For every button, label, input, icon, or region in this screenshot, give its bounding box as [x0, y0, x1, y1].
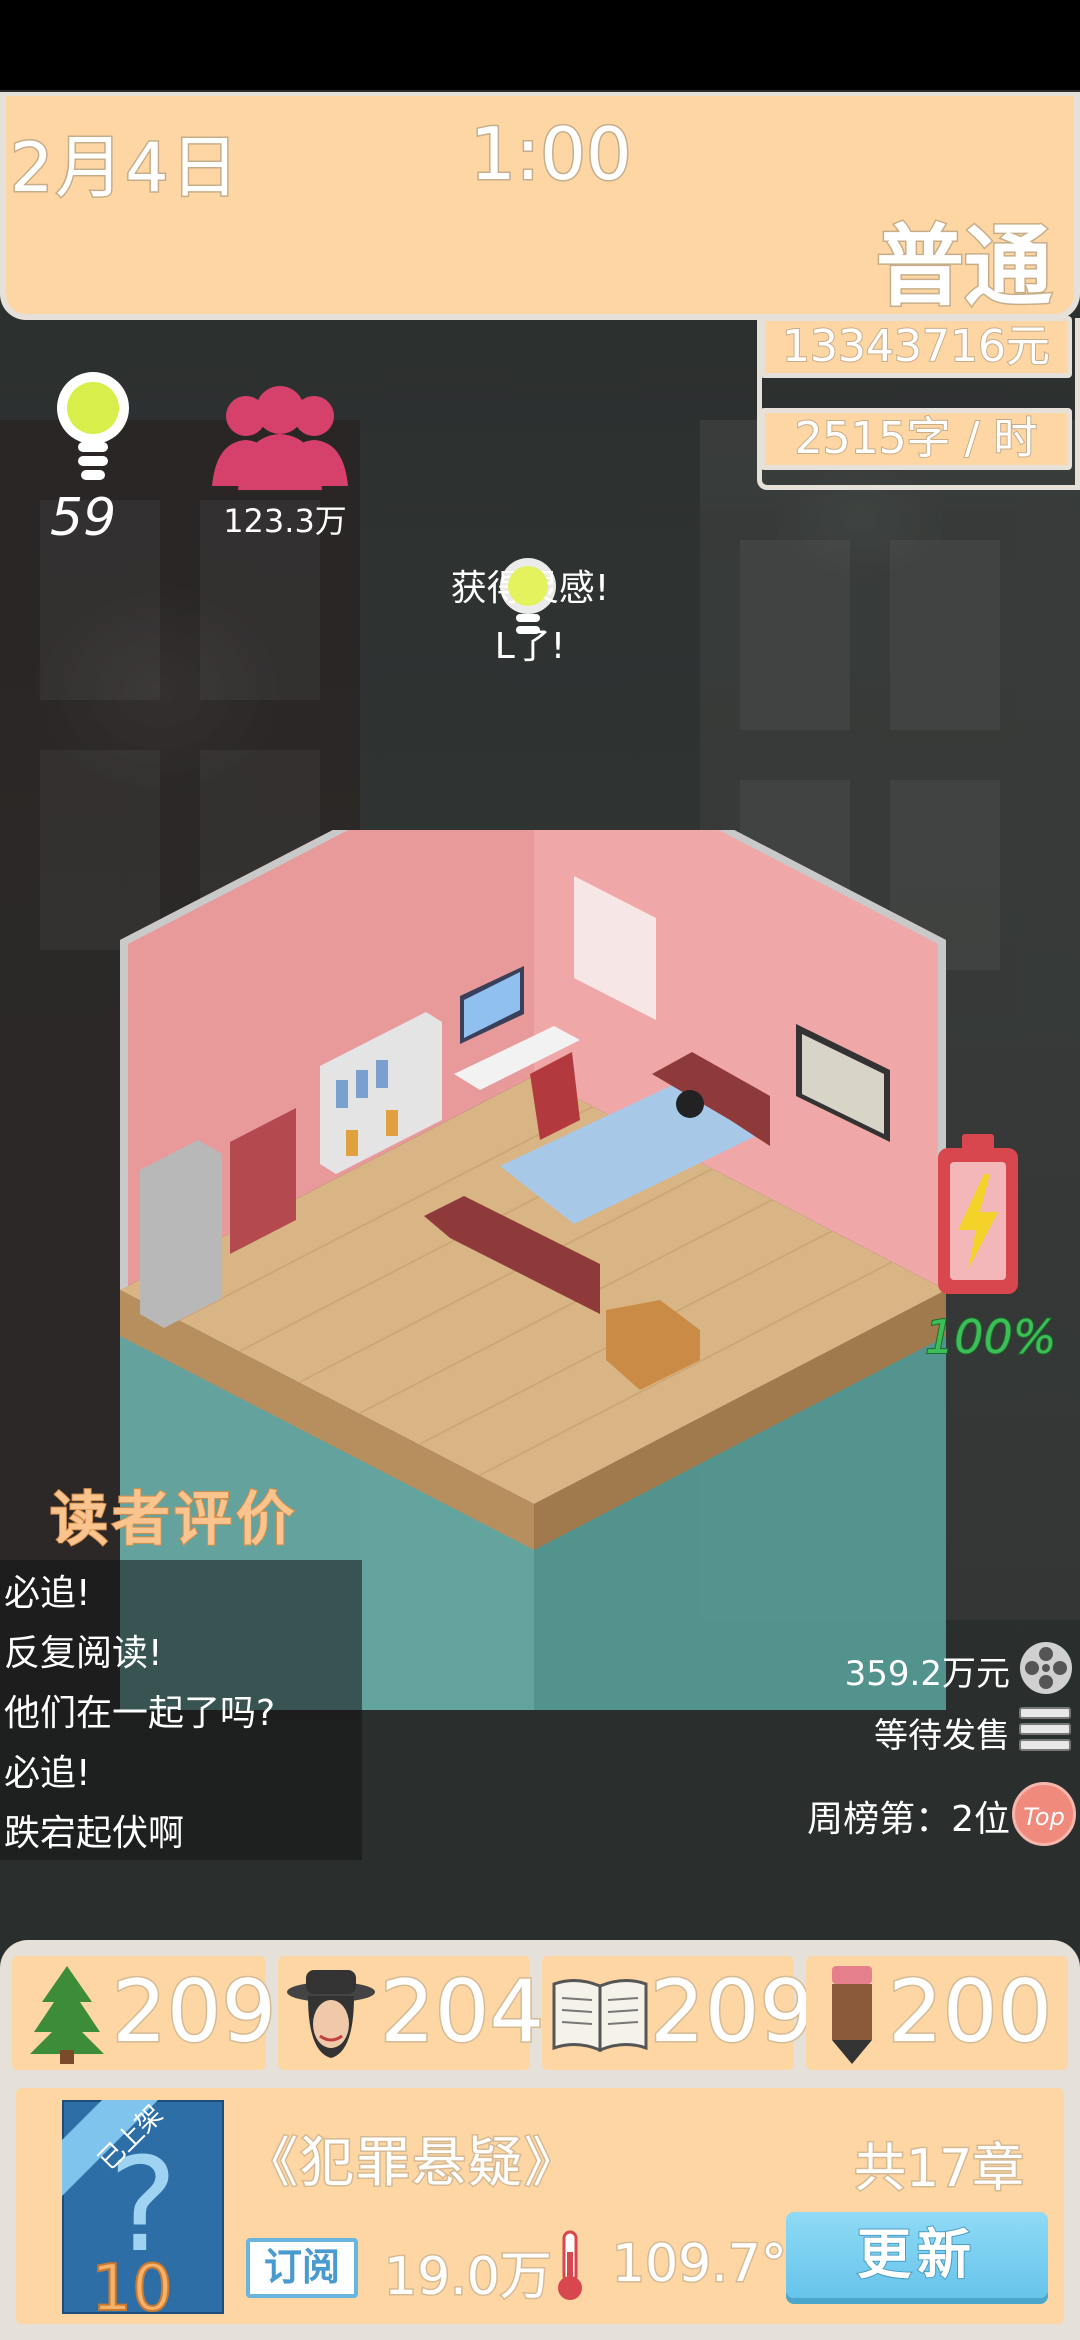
difficulty-mode: 普通: [874, 214, 1053, 320]
open-book-icon: [550, 1962, 648, 2066]
inspiration-count: 59: [50, 488, 117, 548]
book-cover[interactable]: ? 已上架 10: [60, 2098, 226, 2327]
fans-icon[interactable]: [212, 386, 348, 494]
floating-lightbulb-icon: [496, 556, 560, 646]
chapter-count: 共17章: [852, 2138, 1025, 2201]
game-date: 2月4日: [9, 128, 241, 210]
book-title[interactable]: 《犯罪悬疑》: [243, 2118, 580, 2197]
resource-value-detective: 204: [378, 1961, 545, 2064]
resource-value-pencil: 200: [886, 1961, 1053, 2064]
review-item: 反复阅读!: [4, 1633, 163, 1674]
review-item: 他们在一起了吗?: [4, 1693, 276, 1734]
book-stack-icon[interactable]: [1018, 1704, 1072, 1758]
writing-speed-display: 2515字 / 时: [760, 408, 1072, 470]
tree-icon: [22, 1962, 112, 2066]
review-item: 跌宕起伏啊: [4, 1813, 185, 1854]
weekly-rank: 周榜第：2位: [807, 1799, 1010, 1840]
review-item: 必追!: [4, 1573, 91, 1614]
update-button[interactable]: 更新: [786, 2212, 1048, 2298]
battery-percent: 100%: [924, 1309, 1058, 1365]
reader-reviews-title: 读者评价: [49, 1484, 299, 1554]
film-reel-icon[interactable]: [1018, 1640, 1074, 1696]
cover-number: 10: [91, 2252, 172, 2314]
battery-energy-icon[interactable]: [936, 1134, 1020, 1296]
review-item: 必追!: [4, 1753, 91, 1794]
resource-value-book: 209: [648, 1961, 815, 2064]
heat-value: 109.7°: [611, 2233, 789, 2296]
thermometer-icon: [552, 2230, 588, 2302]
sale-status: 等待发售: [874, 1716, 1010, 1756]
money-display: 13343716元: [760, 316, 1072, 378]
subscribe-label: 订阅: [246, 2238, 358, 2298]
box-office-revenue: 359.2万元: [844, 1654, 1010, 1694]
detective-icon: [286, 1962, 376, 2066]
resource-value-tree: 209: [110, 1961, 277, 2064]
lightbulb-icon[interactable]: [48, 368, 138, 488]
subscriber-count: 19.0万: [383, 2246, 554, 2309]
game-time: 1:00: [469, 111, 634, 198]
fans-count: 123.3万: [223, 502, 347, 540]
top-rank-badge[interactable]: Top: [1012, 1782, 1076, 1846]
